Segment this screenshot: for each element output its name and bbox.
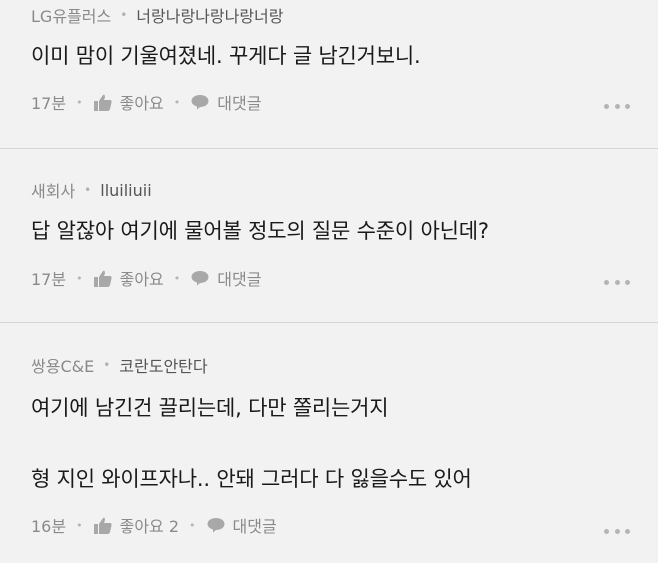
reply-button[interactable]: 대댓글 <box>206 513 277 537</box>
comment-actions: 16분 • 좋아요 2 • 대댓글 <box>31 513 277 537</box>
like-label: 좋아요 <box>119 270 164 289</box>
comment-time: 16분 <box>31 517 67 536</box>
comment-meta: LG유플러스 • 너랑나랑나랑나랑너랑 <box>31 3 283 27</box>
comment-divider <box>0 148 658 149</box>
author-nickname[interactable]: 너랑나랑나랑나랑너랑 <box>136 3 283 27</box>
more-options-button[interactable] <box>604 101 630 111</box>
reply-label: 대댓글 <box>217 270 262 289</box>
thumbs-up-icon <box>93 269 113 287</box>
speech-bubble-icon <box>206 516 226 534</box>
more-dot <box>614 528 620 534</box>
reply-button[interactable]: 대댓글 <box>190 266 261 290</box>
comment-text-line: 형 지인 와이프자나.. 안돼 그러다 다 잃을수도 있어 <box>31 467 472 491</box>
thumbs-up-icon <box>93 93 113 111</box>
author-nickname[interactable]: lluiliuii <box>100 181 151 200</box>
meta-separator: • <box>120 8 128 22</box>
comment-actions: 17분 • 좋아요 • 대댓글 <box>31 266 261 290</box>
action-separator: • <box>76 271 83 285</box>
action-separator: • <box>76 95 83 109</box>
reply-label: 대댓글 <box>232 517 277 536</box>
comment-meta: 쌍용C&E • 코란도안탄다 <box>31 353 208 377</box>
more-dot <box>614 103 620 109</box>
author-company[interactable]: 새회사 <box>31 178 75 202</box>
like-button[interactable]: 좋아요 <box>93 90 164 114</box>
action-separator: • <box>76 518 83 532</box>
more-dot <box>625 103 630 109</box>
author-company[interactable]: 쌍용C&E <box>31 353 94 377</box>
thumbs-up-icon <box>93 516 113 534</box>
speech-bubble-icon <box>190 269 210 287</box>
more-options-button[interactable] <box>604 526 630 536</box>
meta-separator: • <box>103 358 111 372</box>
meta-separator: • <box>84 183 92 197</box>
speech-bubble-icon <box>190 93 210 111</box>
more-dot <box>625 279 630 285</box>
more-dot <box>614 279 620 285</box>
like-label: 좋아요 2 <box>119 517 180 536</box>
more-options-button[interactable] <box>604 277 630 287</box>
comment-text: 답 알잖아 여기에 물어볼 정도의 질문 수준이 아닌데? <box>31 219 489 243</box>
reply-button[interactable]: 대댓글 <box>190 90 261 114</box>
comment-text: 이미 맘이 기울여졌네. 꾸게다 글 남긴거보니. <box>31 44 421 68</box>
more-dots-icon <box>604 279 609 285</box>
more-dots-icon <box>604 528 609 534</box>
comment-text-line: 여기에 남긴건 끌리는데, 다만 쫄리는거지 <box>31 396 389 420</box>
action-separator: • <box>173 271 181 285</box>
author-company[interactable]: LG유플러스 <box>31 3 111 27</box>
author-nickname[interactable]: 코란도안탄다 <box>119 353 207 377</box>
comment-divider <box>0 322 658 323</box>
more-dot <box>625 528 630 534</box>
comment-time: 17분 <box>31 270 67 289</box>
like-button[interactable]: 좋아요 2 <box>93 513 179 537</box>
comment-time: 17분 <box>31 94 67 113</box>
action-separator: • <box>189 518 196 532</box>
like-button[interactable]: 좋아요 <box>93 266 164 290</box>
more-dots-icon <box>604 103 609 109</box>
like-label: 좋아요 <box>119 94 164 113</box>
action-separator: • <box>173 95 181 109</box>
comment-meta: 새회사 • lluiliuii <box>31 178 152 202</box>
comment-actions: 17분 • 좋아요 • 대댓글 <box>31 90 261 114</box>
reply-label: 대댓글 <box>217 94 262 113</box>
